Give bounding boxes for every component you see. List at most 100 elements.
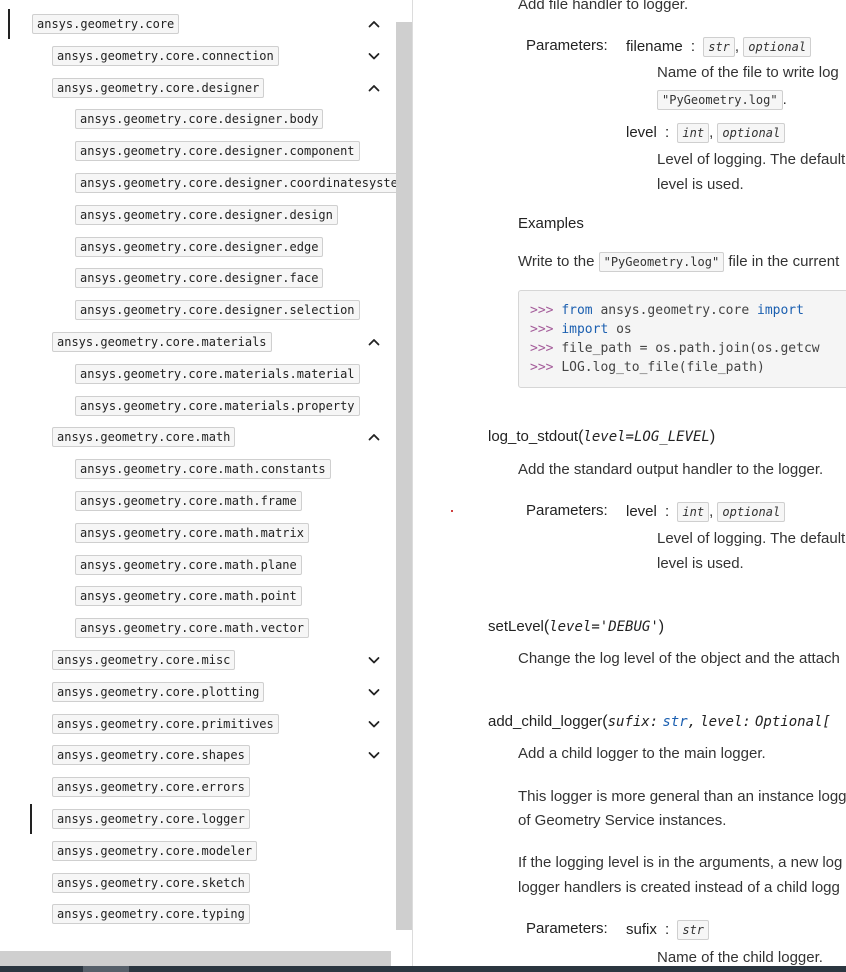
- sidebar-item[interactable]: ansys.geometry.core.modeler: [0, 838, 392, 864]
- sidebar-item-label[interactable]: ansys.geometry.core.sketch: [52, 873, 250, 893]
- sidebar-item[interactable]: ansys.geometry.core.math.vector: [0, 615, 392, 641]
- sidebar-item[interactable]: ansys.geometry.core.misc: [0, 647, 392, 673]
- param-name: level: [626, 124, 657, 141]
- method-arg: level='DEBUG': [549, 619, 659, 635]
- method-signature-add-child-logger: add_child_logger(sufix: str, level: Opti…: [488, 713, 831, 731]
- method-arg: sufix:: [607, 714, 659, 730]
- sidebar-item-label[interactable]: ansys.geometry.core.math.matrix: [75, 523, 309, 543]
- sidebar-item[interactable]: ansys.geometry.core.math: [0, 424, 392, 450]
- sidebar-item-label[interactable]: ansys.geometry.core.plotting: [52, 682, 265, 702]
- method-arg-type: str: [662, 714, 688, 730]
- param-colon: :: [665, 921, 670, 938]
- sidebar-item[interactable]: ansys.geometry.core.connection: [0, 43, 392, 69]
- sidebar-item[interactable]: ansys.geometry.core.materials.property: [0, 393, 392, 419]
- sidebar-item-label[interactable]: ansys.geometry.core: [32, 14, 180, 34]
- sidebar-item[interactable]: ansys.geometry.core.math.point: [0, 583, 392, 609]
- sidebar-item[interactable]: ansys.geometry.core.primitives: [0, 711, 392, 737]
- chevron-down-icon[interactable]: [366, 48, 382, 64]
- sidebar-item[interactable]: ansys.geometry.core.designer.selection: [0, 297, 392, 323]
- sidebar-item-label[interactable]: ansys.geometry.core.shapes: [52, 745, 250, 765]
- sidebar-item-label[interactable]: ansys.geometry.core.materials.property: [75, 396, 360, 416]
- sidebar-item[interactable]: ansys.geometry.core.designer.component: [0, 138, 392, 164]
- chevron-down-icon[interactable]: [366, 652, 382, 668]
- param-name: sufix: [626, 921, 657, 938]
- sidebar-item[interactable]: ansys.geometry.core: [0, 9, 392, 39]
- code-prompt: >>>: [530, 322, 554, 337]
- setlevel-desc: Change the log level of the object and t…: [518, 650, 840, 667]
- sidebar-item-label[interactable]: ansys.geometry.core.logger: [52, 809, 250, 829]
- sidebar-item[interactable]: ansys.geometry.core.typing: [0, 901, 392, 927]
- param-type: int: [677, 123, 710, 143]
- chevron-up-icon[interactable]: [366, 334, 382, 350]
- sidebar-item-label[interactable]: ansys.geometry.core.math.frame: [75, 491, 302, 511]
- sidebar-item-label[interactable]: ansys.geometry.core.math.point: [75, 586, 302, 606]
- method-arg-type: Optional[: [755, 714, 831, 730]
- sidebar-item[interactable]: ansys.geometry.core.designer.edge: [0, 234, 392, 260]
- sidebar-item-label[interactable]: ansys.geometry.core.designer.coordinates…: [75, 173, 396, 193]
- sidebar-item-label[interactable]: ansys.geometry.core.materials.material: [75, 364, 360, 384]
- code-line: >>> import os: [530, 322, 632, 337]
- sidebar-item-label[interactable]: ansys.geometry.core.errors: [52, 777, 250, 797]
- examples-text-pre: Write to the: [518, 253, 595, 270]
- sidebar-item-label[interactable]: ansys.geometry.core.connection: [52, 46, 279, 66]
- param-level-desc2: level is used.: [657, 555, 744, 572]
- sidebar-item-label[interactable]: ansys.geometry.core.typing: [52, 904, 250, 924]
- sidebar-item-label[interactable]: ansys.geometry.core.math.vector: [75, 618, 309, 638]
- sidebar-item[interactable]: ansys.geometry.core.math.matrix: [0, 520, 392, 546]
- sidebar-vertical-scrollbar[interactable]: [396, 22, 412, 930]
- sidebar-item[interactable]: ansys.geometry.core.shapes: [0, 742, 392, 768]
- sidebar-item[interactable]: ansys.geometry.core.designer.face: [0, 265, 392, 291]
- chevron-down-icon[interactable]: [366, 684, 382, 700]
- sidebar-item-label[interactable]: ansys.geometry.core.math.constants: [75, 459, 331, 479]
- param-sep: ,: [709, 124, 714, 141]
- sidebar-item-label[interactable]: ansys.geometry.core.modeler: [52, 841, 258, 861]
- sidebar-item-label[interactable]: ansys.geometry.core.primitives: [52, 714, 279, 734]
- bottom-taskbar: [0, 966, 846, 972]
- sidebar-item[interactable]: ansys.geometry.core.math.constants: [0, 456, 392, 482]
- sidebar-item[interactable]: ansys.geometry.core.math.frame: [0, 488, 392, 514]
- sidebar-item-label[interactable]: ansys.geometry.core.math: [52, 427, 236, 447]
- chevron-up-icon[interactable]: [366, 429, 382, 445]
- sidebar-item-label[interactable]: ansys.geometry.core.designer.component: [75, 141, 360, 161]
- param-filename: filename : str, optional: [626, 37, 812, 57]
- code-example-block[interactable]: >>> from ansys.geometry.core import >>> …: [518, 290, 846, 388]
- sidebar-item-label[interactable]: ansys.geometry.core.designer.design: [75, 205, 338, 225]
- method-signature-setlevel: setLevel(level='DEBUG'): [488, 618, 664, 636]
- log-to-stdout-desc: Add the standard output handler to the l…: [518, 461, 824, 478]
- add-child-logger-para2b: logger handlers is created instead of a …: [518, 879, 840, 896]
- code-text: LOG.log_to_file(file_path): [561, 360, 765, 375]
- chevron-up-icon[interactable]: [366, 16, 382, 32]
- sidebar-item[interactable]: ansys.geometry.core.math.plane: [0, 552, 392, 578]
- examples-heading: Examples: [518, 215, 584, 232]
- sidebar-item-label[interactable]: ansys.geometry.core.designer: [52, 78, 265, 98]
- sidebar-item-label[interactable]: ansys.geometry.core.math.plane: [75, 555, 302, 575]
- sidebar-item[interactable]: ansys.geometry.core.materials.material: [0, 361, 392, 387]
- doc-content: Add file handler to logger. Parameters: …: [412, 0, 846, 966]
- sidebar-item-label[interactable]: ansys.geometry.core.designer.edge: [75, 237, 324, 257]
- stray-dot: [451, 510, 453, 512]
- period: .: [782, 91, 787, 108]
- param-colon: :: [665, 503, 670, 520]
- sidebar-item[interactable]: ansys.geometry.core.designer.design: [0, 202, 392, 228]
- sidebar-item[interactable]: ansys.geometry.core.designer.coordinates…: [0, 170, 396, 196]
- chevron-down-icon[interactable]: [366, 747, 382, 763]
- taskbar-tab[interactable]: [83, 966, 129, 972]
- param-type: str: [677, 920, 710, 940]
- sidebar-item[interactable]: ansys.geometry.core.sketch: [0, 870, 392, 896]
- sidebar-item-label[interactable]: ansys.geometry.core.materials: [52, 332, 272, 352]
- sidebar-item-label[interactable]: ansys.geometry.core.designer.body: [75, 109, 324, 129]
- sidebar-item-label[interactable]: ansys.geometry.core.designer.face: [75, 268, 324, 288]
- sidebar-horizontal-scrollbar[interactable]: [0, 951, 391, 967]
- sidebar-item[interactable]: ansys.geometry.core.designer.body: [0, 106, 392, 132]
- sidebar-item[interactable]: ansys.geometry.core.logger: [0, 804, 392, 834]
- code-keyword: import: [561, 322, 609, 337]
- param-filename-desc: Name of the file to write log: [657, 64, 839, 81]
- chevron-down-icon[interactable]: [366, 716, 382, 732]
- sidebar-item[interactable]: ansys.geometry.core.materials: [0, 329, 392, 355]
- sidebar-item[interactable]: ansys.geometry.core.plotting: [0, 679, 392, 705]
- sidebar-item-label[interactable]: ansys.geometry.core.misc: [52, 650, 236, 670]
- sidebar-item[interactable]: ansys.geometry.core.designer: [0, 75, 392, 101]
- sidebar-item-label[interactable]: ansys.geometry.core.designer.selection: [75, 300, 360, 320]
- sidebar-item[interactable]: ansys.geometry.core.errors: [0, 774, 392, 800]
- chevron-up-icon[interactable]: [366, 80, 382, 96]
